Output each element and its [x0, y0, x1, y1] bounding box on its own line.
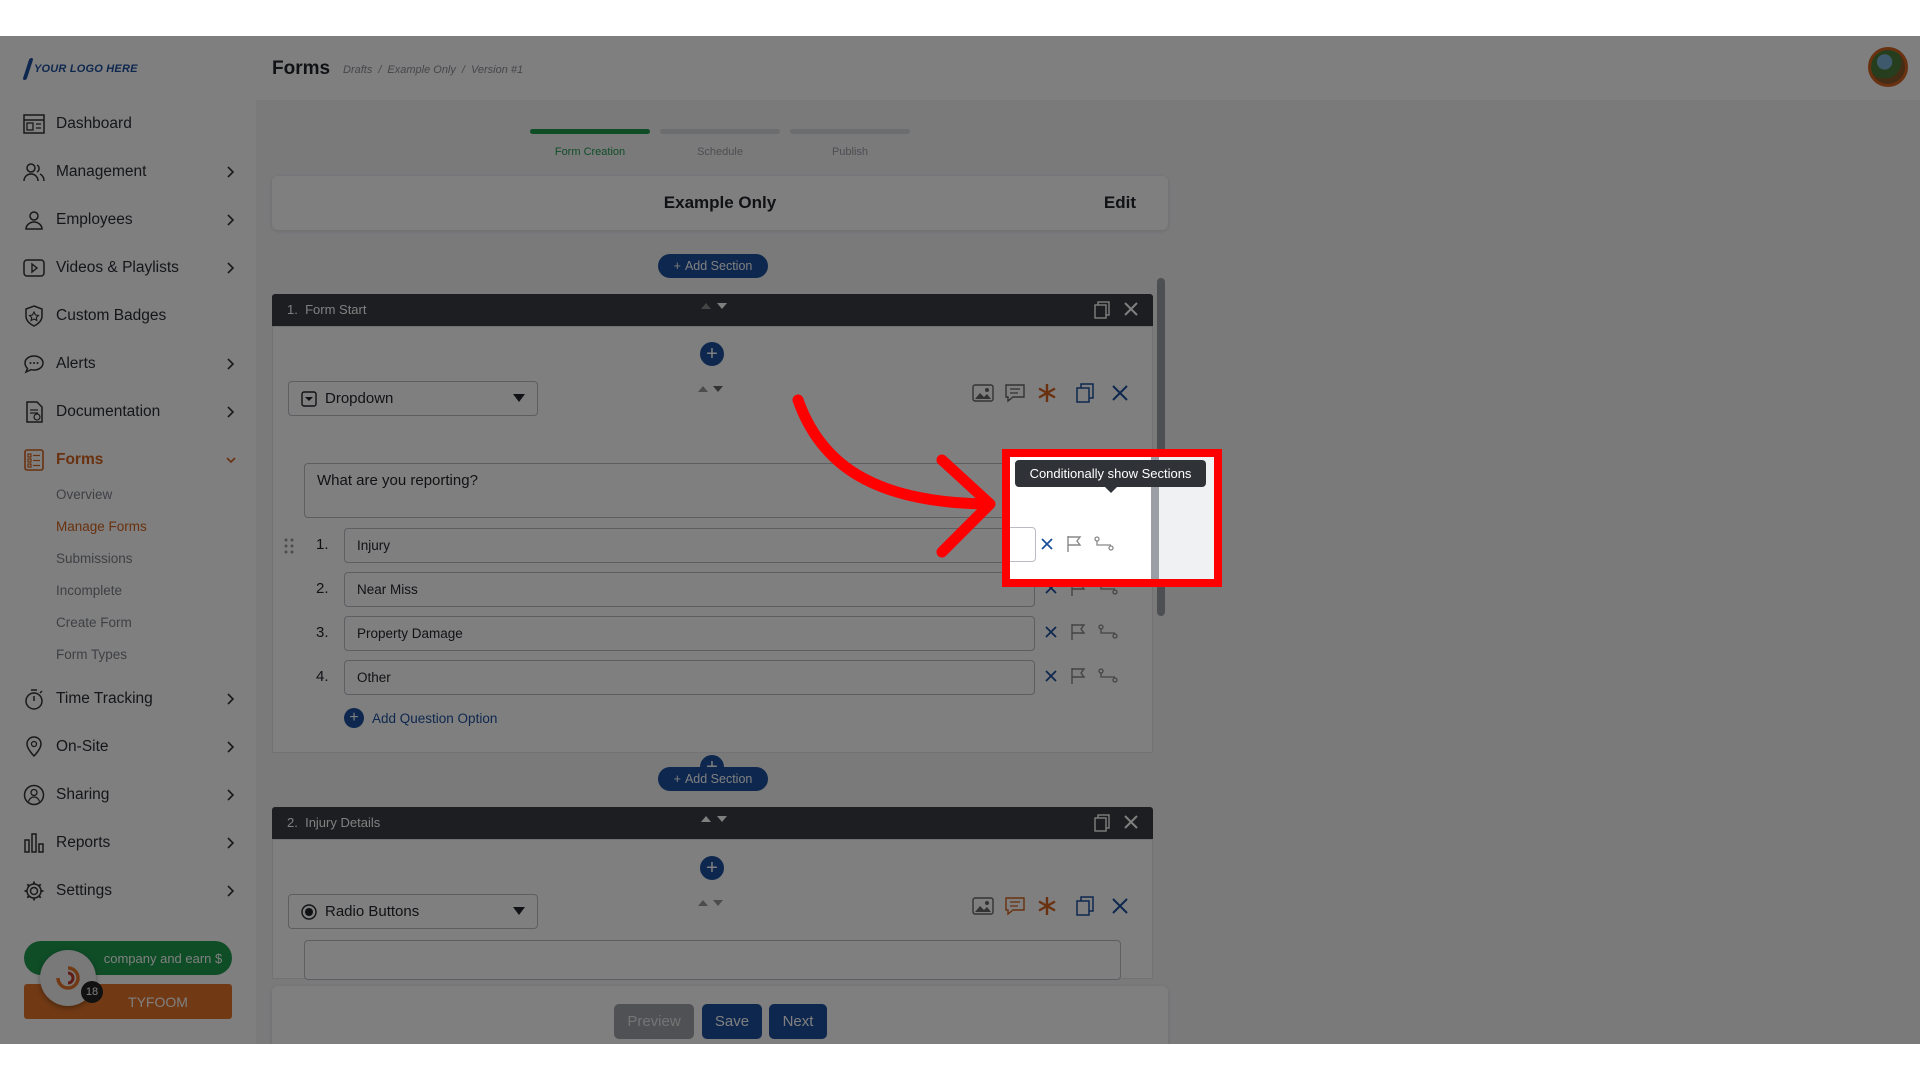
highlight-box	[1002, 449, 1222, 587]
app-frame: YOUR LOGO HERE Dashboard Management Empl…	[0, 36, 1920, 1044]
pointer-arrow-icon	[792, 394, 996, 558]
